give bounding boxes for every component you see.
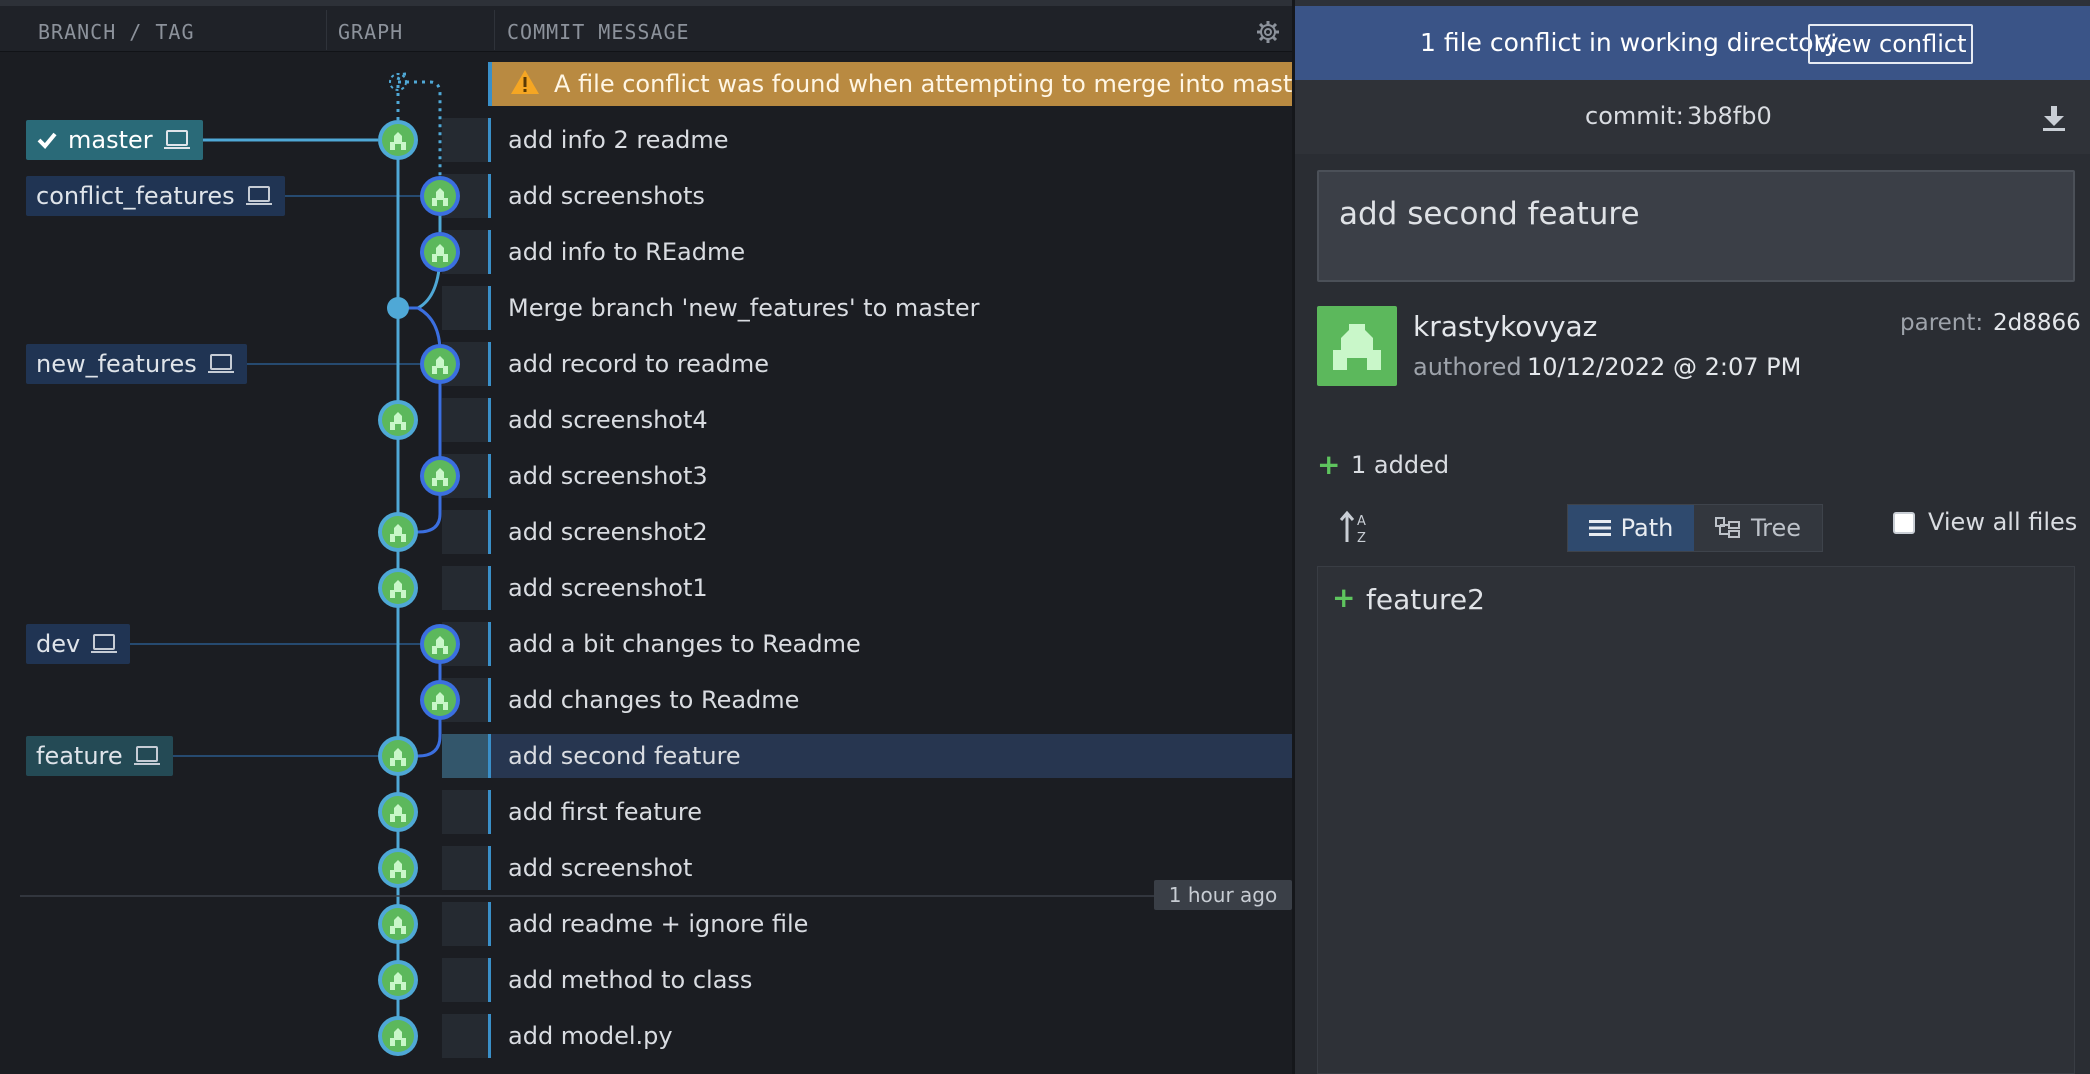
column-commit-message[interactable]: COMMIT MESSAGE xyxy=(507,20,690,44)
commit-label: commit: xyxy=(1585,102,1684,130)
branch-name: new_features xyxy=(36,350,197,378)
parent-sha[interactable]: 2d8866 xyxy=(1993,310,2081,336)
authored-date: 10/12/2022 @ 2:07 PM xyxy=(1527,353,1802,381)
list-icon xyxy=(1588,520,1611,536)
commit-message: add screenshot2 xyxy=(508,518,708,546)
path-view-label: Path xyxy=(1620,514,1674,542)
laptop-icon xyxy=(207,354,234,373)
commit-message: add changes to Readme xyxy=(508,686,800,714)
laptop-icon xyxy=(245,186,272,205)
commit-message: add readme + ignore file xyxy=(508,910,809,938)
merge-conflict-warning[interactable]: A file conflict was found when attemptin… xyxy=(488,62,1292,106)
commit-row[interactable]: add screenshot2 xyxy=(0,504,1292,560)
commit-summary-box[interactable]: add second feature xyxy=(1317,170,2075,282)
commit-header: commit: 3b8fb0 xyxy=(1295,80,2090,154)
author-name: krastykovyaz xyxy=(1413,310,1598,343)
author-avatar xyxy=(1317,306,1397,386)
conflict-banner: 1 file conflict in working directory Vie… xyxy=(1295,0,2090,80)
commit-sha[interactable]: 3b8fb0 xyxy=(1687,102,1772,130)
branch-name: master xyxy=(68,126,153,154)
commit-row[interactable]: add screenshot3 xyxy=(0,448,1292,504)
branch-name: dev xyxy=(36,630,81,658)
branch-label-feature[interactable]: feature xyxy=(26,736,173,776)
view-all-files-label[interactable]: View all files xyxy=(1928,508,2077,536)
commit-row[interactable]: add changes to Readme xyxy=(0,672,1292,728)
commit-row[interactable]: add model.py xyxy=(0,1008,1292,1064)
checkmark-icon xyxy=(37,132,57,149)
commit-row[interactable]: Merge branch 'new_features' to master xyxy=(0,280,1292,336)
file-added-icon: + xyxy=(1332,581,1356,614)
parent-label: parent: xyxy=(1900,310,1984,336)
commit-message: add second feature xyxy=(508,742,741,770)
svg-text:Z: Z xyxy=(1357,531,1366,546)
commit-row[interactable]: add screenshot1 xyxy=(0,560,1292,616)
commit-row[interactable]: add info to REadme xyxy=(0,224,1292,280)
tree-view-label: Tree xyxy=(1750,514,1801,542)
commit-message: add screenshot3 xyxy=(508,462,708,490)
commit-message: add model.py xyxy=(508,1022,673,1050)
plus-icon: + xyxy=(1317,448,1341,481)
commit-message: Merge branch 'new_features' to master xyxy=(508,294,980,322)
laptop-icon xyxy=(91,634,118,653)
row-accent xyxy=(488,62,492,106)
column-divider[interactable] xyxy=(494,10,495,50)
commit-message: add a bit changes to Readme xyxy=(508,630,861,658)
column-divider[interactable] xyxy=(326,10,327,50)
column-branch-tag[interactable]: BRANCH / TAG xyxy=(38,20,195,44)
branch-label-master[interactable]: master xyxy=(26,120,203,160)
view-all-files-checkbox[interactable] xyxy=(1893,512,1915,534)
sort-az-icon[interactable]: A Z xyxy=(1339,510,1373,546)
commit-message: add info to REadme xyxy=(508,238,746,266)
files-added-count: 1 added xyxy=(1351,451,1450,479)
commit-message: add record to readme xyxy=(508,350,770,378)
commit-message: add method to class xyxy=(508,966,753,994)
commit-message: add screenshot xyxy=(508,854,693,882)
tree-view-button[interactable]: Tree xyxy=(1694,505,1822,551)
commit-row[interactable]: add screenshot xyxy=(0,840,1292,896)
view-conflict-button[interactable]: View conflict xyxy=(1808,24,1973,64)
commit-row[interactable]: add screenshot4 xyxy=(0,392,1292,448)
commit-message: add screenshots xyxy=(508,182,705,210)
view-mode-toggle: Path Tree xyxy=(1567,504,1823,552)
commit-message: add first feature xyxy=(508,798,702,826)
commit-detail-pane: 1 file conflict in working directory Vie… xyxy=(1292,0,2090,1074)
commit-row-selected[interactable]: add second feature xyxy=(0,728,1292,784)
gear-icon[interactable] xyxy=(1256,20,1280,44)
download-icon[interactable] xyxy=(2041,104,2067,132)
warning-icon xyxy=(511,70,539,94)
conflict-banner-text: 1 file conflict in working directory xyxy=(1420,28,1839,57)
column-graph[interactable]: GRAPH xyxy=(338,20,403,44)
time-divider-label: 1 hour ago xyxy=(1154,880,1292,910)
branch-name: feature xyxy=(36,742,123,770)
branch-label-conflict-features[interactable]: conflict_features xyxy=(26,176,285,216)
tree-icon xyxy=(1714,517,1740,538)
svg-text:A: A xyxy=(1357,514,1366,529)
file-item[interactable]: feature2 xyxy=(1366,583,1485,616)
commit-message: add screenshot1 xyxy=(508,574,708,602)
path-view-button[interactable]: Path xyxy=(1568,505,1694,551)
file-list: + feature2 xyxy=(1317,566,2075,1074)
column-header: BRANCH / TAG GRAPH COMMIT MESSAGE xyxy=(0,0,1292,52)
laptop-icon xyxy=(163,130,190,149)
commit-row[interactable]: add method to class xyxy=(0,952,1292,1008)
laptop-icon xyxy=(133,746,160,765)
branch-label-new-features[interactable]: new_features xyxy=(26,344,247,384)
commit-graph-pane: BRANCH / TAG GRAPH COMMIT MESSAGE A file… xyxy=(0,0,1292,1074)
commit-row[interactable]: add a bit changes to Readme xyxy=(0,616,1292,672)
authored-label: authored xyxy=(1413,353,1522,381)
app-window: BRANCH / TAG GRAPH COMMIT MESSAGE A file… xyxy=(0,0,2090,1074)
branch-label-dev[interactable]: dev xyxy=(26,624,131,664)
commit-message: add screenshot4 xyxy=(508,406,708,434)
commit-row[interactable]: add first feature xyxy=(0,784,1292,840)
commit-summary: add second feature xyxy=(1339,196,1640,232)
commit-message: add info 2 readme xyxy=(508,126,729,154)
warning-text: A file conflict was found when attemptin… xyxy=(554,70,1292,98)
commit-row[interactable]: add readme + ignore file xyxy=(0,896,1292,952)
branch-name: conflict_features xyxy=(36,182,235,210)
